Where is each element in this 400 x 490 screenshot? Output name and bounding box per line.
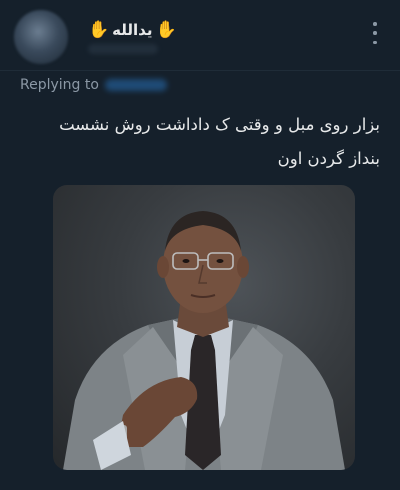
raised-hand-icon: ✋ [88, 19, 110, 40]
avatar[interactable] [14, 10, 68, 64]
man-in-suit-image [63, 211, 345, 470]
replying-to: Replying to [20, 77, 167, 93]
display-name-text: یدالله [112, 21, 153, 39]
tweet-text: بزار روی مبل و وقتی ک داداشت روش نشست بن… [20, 108, 380, 176]
tweet-text-line: بنداز گردن اون [277, 149, 380, 168]
blurred-handle [88, 44, 158, 54]
raised-hand-icon: ✋ [155, 19, 177, 40]
reply-handle-link[interactable] [104, 79, 167, 91]
divider [0, 70, 400, 71]
replying-label: Replying to [20, 77, 99, 93]
tweet-photo[interactable] [53, 185, 355, 470]
more-vertical-icon[interactable] [370, 22, 380, 44]
tweet: ✋ یدالله ✋ Replying to بزار روی مبل و وق… [0, 0, 400, 490]
display-name[interactable]: ✋ یدالله ✋ [88, 18, 177, 42]
tweet-text-line: بزار روی مبل و وقتی ک داداشت روش نشست [59, 115, 380, 134]
